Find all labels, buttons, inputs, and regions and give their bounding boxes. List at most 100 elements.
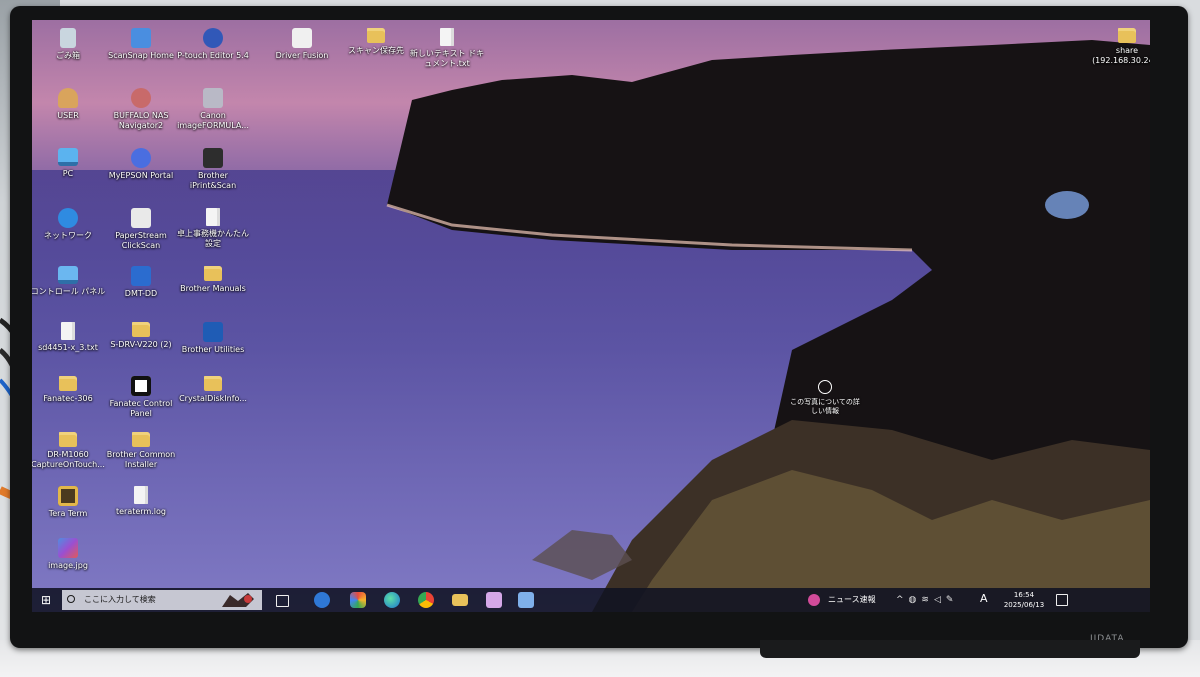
desktop-icon-label: DR-M1060 CaptureOnTouch... — [32, 450, 105, 469]
desktop-icon-teraterm[interactable]: Tera Term — [32, 486, 107, 519]
buffalo-nas-icon — [131, 88, 151, 108]
desktop-icon-control-panel[interactable]: コントロール パネル — [32, 266, 107, 297]
desktop-icon-label: Brother iPrint&Scan — [189, 171, 237, 190]
desktop-icon-fanatec-306[interactable]: Fanatec-306 — [32, 376, 107, 404]
folder-icon — [204, 266, 222, 281]
desktop-icon-buffalo[interactable]: BUFFALO NAS Navigator2 — [102, 88, 180, 131]
desktop-icon-label: Canon imageFORMULA... — [177, 111, 249, 130]
windows-logo-icon: ⊞ — [40, 593, 52, 607]
desktop-icon-label: BUFFALO NAS Navigator2 — [113, 111, 169, 130]
desktop-icon-scansnap[interactable]: ScanSnap Home — [102, 28, 180, 61]
desktop-icon-pc[interactable]: PC — [32, 148, 107, 179]
desktop-icon-teraterm-log[interactable]: teraterm.log — [102, 486, 180, 517]
news-label: ニュース速報 — [828, 595, 876, 604]
clock[interactable]: 16:54 2025/06/13 — [998, 590, 1050, 610]
desktop-icon-label: Driver Fusion — [275, 51, 329, 60]
desktop-icon-paperstream[interactable]: PaperStream ClickScan — [102, 208, 180, 251]
desktop-icon-label: Fanatec Control Panel — [109, 399, 173, 418]
chrome-icon[interactable] — [418, 592, 434, 608]
control-panel-icon — [58, 266, 78, 284]
news-widget[interactable]: ニュース速報 — [812, 594, 876, 606]
desktop-icon-epson[interactable]: MyEPSON Portal — [102, 148, 180, 181]
desktop-icon-label: 卓上事務機かんたん設定 — [177, 229, 249, 248]
desktop-icon-label: ネットワーク — [44, 231, 92, 240]
share-sublabel: (192.168.30.240) — [1092, 56, 1150, 65]
desktop-icon-user[interactable]: USER — [32, 88, 107, 121]
desktop-icon-label: 新しいテキスト ドキュメント.txt — [409, 49, 485, 68]
start-button[interactable]: ⊞ — [38, 592, 54, 608]
desktop-icon-office-settings[interactable]: 卓上事務機かんたん設定 — [174, 208, 252, 249]
desktop-icon-label: コントロール パネル — [32, 287, 106, 296]
desktop-icon-sdrv[interactable]: S-DRV-V220 (2) — [102, 322, 180, 350]
scansnap-icon — [131, 28, 151, 48]
folder-icon — [59, 432, 77, 447]
screen: ごみ箱 ScanSnap Home P-touch Editor 5.4 Dri… — [32, 20, 1150, 612]
desktop-icon-label: S-DRV-V220 (2) — [110, 340, 172, 349]
desktop-icon-label: PC — [62, 169, 74, 178]
desktop-icon-fanatec-panel[interactable]: Fanatec Control Panel — [102, 376, 180, 419]
desktop-icon-label: ごみ箱 — [56, 51, 80, 60]
desktop-icon-image-jpg[interactable]: image.jpg — [32, 538, 107, 571]
network-icon — [58, 208, 78, 228]
desktop-icon-sd-txt[interactable]: sd4451-x_3.txt — [32, 322, 107, 353]
desktop-icon-brother-manuals[interactable]: Brother Manuals — [174, 266, 252, 294]
desktop-icon-brother-common[interactable]: Brother Common Installer — [102, 432, 180, 470]
file-explorer-icon[interactable] — [452, 594, 468, 606]
desktop-icon-ptouch[interactable]: P-touch Editor 5.4 — [174, 28, 252, 61]
desktop-icon-label: Tera Term — [48, 509, 88, 518]
text-file-icon — [440, 28, 454, 46]
recycle-bin-icon — [60, 28, 76, 48]
camera-icon — [818, 380, 832, 394]
epson-icon — [131, 148, 151, 168]
chevron-up-icon: ^ — [896, 595, 909, 605]
clock-date: 2025/06/13 — [1003, 601, 1045, 609]
desktop-icon-label: スキャン保存先 — [348, 46, 404, 55]
system-tray[interactable]: ^◍≋◁✎ — [896, 594, 958, 606]
desktop-icon-brother-utilities[interactable]: Brother Utilities — [174, 322, 252, 355]
desktop-icon-label: CrystalDiskInfo... — [179, 394, 247, 403]
desktop-icon-brother-scan[interactable]: Brother iPrint&Scan — [174, 148, 252, 191]
search-placeholder: ここに入力して検索 — [84, 595, 156, 604]
desktop-icon-driver-fusion[interactable]: Driver Fusion — [263, 28, 341, 61]
desktop-icon-text-doc[interactable]: 新しいテキスト ドキュメント.txt — [408, 28, 486, 69]
text-file-icon — [61, 322, 75, 340]
desktop-icon-dmt-dd[interactable]: DMT-DD — [102, 266, 180, 299]
folder-icon — [132, 322, 150, 337]
fanatec-icon — [131, 376, 151, 396]
desktop-icon-label: P-touch Editor 5.4 — [177, 51, 249, 60]
driver-fusion-icon — [292, 28, 312, 48]
edge-icon[interactable] — [384, 592, 400, 608]
volume-icon: ◁ — [933, 595, 946, 605]
user-folder-icon — [58, 88, 78, 108]
desktop-icon-network[interactable]: ネットワーク — [32, 208, 107, 241]
dmt-icon — [131, 266, 151, 286]
pen-icon: ✎ — [945, 595, 959, 605]
clock-time: 16:54 — [1013, 591, 1035, 599]
app-icon[interactable] — [486, 592, 502, 608]
folder-icon — [367, 28, 385, 43]
monitor-stand — [760, 640, 1140, 658]
desktop-icon-scan-folder[interactable]: スキャン保存先 — [337, 28, 415, 56]
task-view-icon[interactable] — [276, 595, 289, 607]
ptouch-icon — [203, 28, 223, 48]
mail-icon[interactable] — [314, 592, 330, 608]
settings-doc-icon — [206, 208, 220, 226]
desktop-icon-canon[interactable]: Canon imageFORMULA... — [174, 88, 252, 131]
desktop-icon-crystaldiskinfo[interactable]: CrystalDiskInfo... — [174, 376, 252, 404]
desktop-icon-label: DMT-DD — [124, 289, 158, 298]
desktop-icon-label: Brother Manuals — [180, 284, 246, 293]
desktop-icon-label: image.jpg — [48, 561, 88, 570]
desktop-icon-recycle-bin[interactable]: ごみ箱 — [32, 28, 107, 61]
desktop-icon-label: sd4451-x_3.txt — [38, 343, 98, 352]
desktop-icon-share[interactable]: share(192.168.30.240) — [1092, 28, 1150, 66]
desktop-icon-drm1060[interactable]: DR-M1060 CaptureOnTouch... — [32, 432, 107, 470]
ime-indicator[interactable]: A — [980, 592, 988, 605]
desktop-icon-label: Brother Utilities — [181, 345, 245, 354]
pc-icon — [58, 148, 78, 166]
brother-utilities-icon — [203, 322, 223, 342]
taskbar: ⊞ ここに入力して検索 ニュース速報 ^◍≋◁✎ A 16:54 2025/06… — [32, 588, 1150, 612]
wallpaper-info-link[interactable]: この写真についての詳しい情報 — [790, 380, 860, 416]
app-icon[interactable] — [350, 592, 366, 608]
notification-icon[interactable] — [1056, 594, 1068, 606]
app-icon[interactable] — [518, 592, 534, 608]
